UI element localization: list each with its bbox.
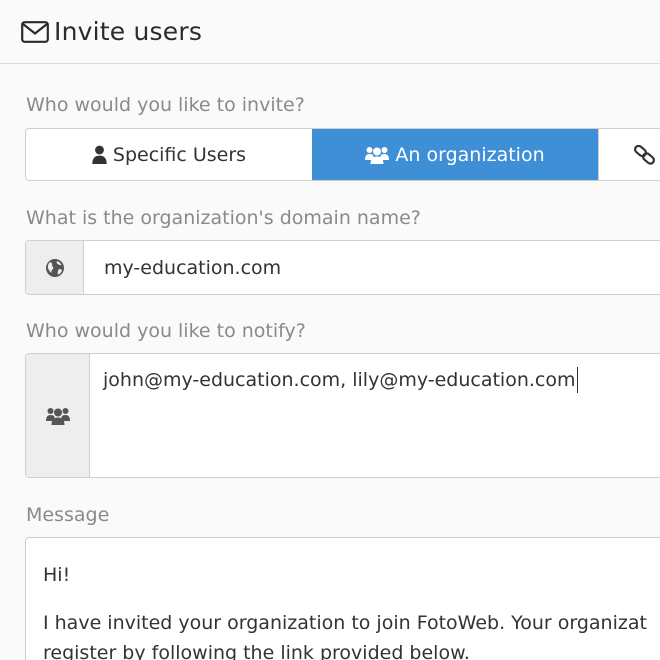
header: Invite users (0, 0, 660, 64)
message-line: register by following the link provided … (43, 642, 470, 660)
domain-addon (26, 241, 84, 294)
option-an-organization[interactable]: An organization (312, 129, 598, 180)
users-icon (365, 147, 390, 164)
domain-input[interactable] (85, 241, 660, 294)
invite-users-page: Invite users Who would you like to invit… (0, 0, 660, 660)
envelope-icon (21, 21, 49, 43)
message-line: I have invited your organization to join… (43, 612, 647, 634)
globe-icon (45, 258, 64, 277)
page-title: Invite users (54, 17, 203, 46)
notify-input-group: john@my-education.com, lily@my-education… (25, 353, 660, 478)
domain-input-group (25, 240, 660, 295)
option-link[interactable] (598, 129, 660, 180)
message-label: Message (26, 504, 110, 526)
message-line: Hi! (43, 564, 71, 586)
option-specific-users[interactable]: Specific Users (26, 129, 312, 180)
invite-type-label: Who would you like to invite? (26, 94, 305, 116)
option-an-organization-label: An organization (395, 143, 545, 166)
notify-recipients-value: john@my-education.com, lily@my-education… (103, 369, 576, 391)
invite-type-selector: Specific Users An organization (25, 128, 660, 181)
notify-addon (26, 354, 90, 477)
message-textarea[interactable]: Hi! I have invited your organization to … (25, 537, 660, 660)
text-caret (576, 367, 578, 393)
user-icon (92, 145, 107, 164)
notify-label: Who would you like to notify? (26, 320, 306, 342)
link-icon (633, 144, 656, 165)
domain-label: What is the organization's domain name? (26, 207, 421, 229)
notify-recipients-input[interactable]: john@my-education.com, lily@my-education… (91, 354, 660, 477)
option-specific-users-label: Specific Users (112, 143, 247, 166)
users-icon (45, 408, 70, 425)
